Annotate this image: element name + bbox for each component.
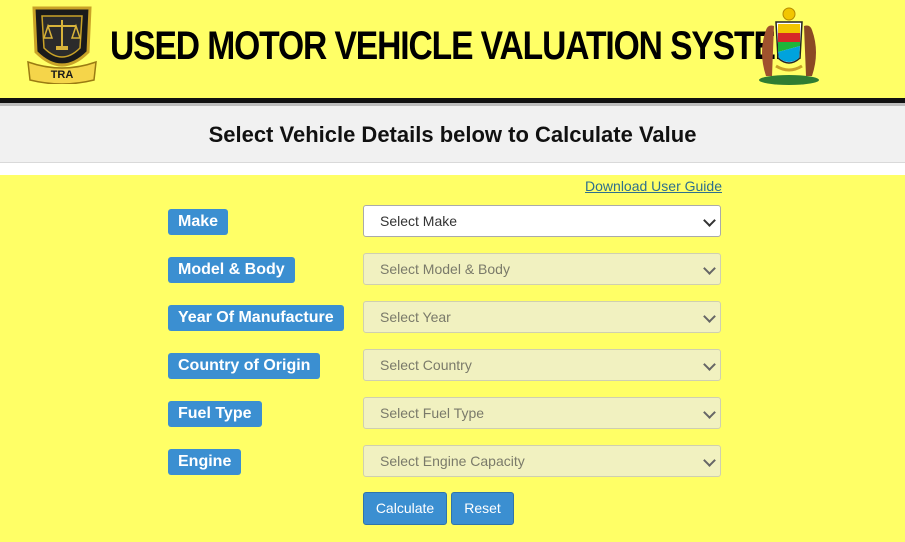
country-select-value: Select Country bbox=[380, 357, 472, 373]
make-select-value: Select Make bbox=[380, 213, 458, 229]
year-select-value: Select Year bbox=[380, 309, 451, 325]
download-user-guide-link[interactable]: Download User Guide bbox=[585, 178, 722, 194]
chevron-down-icon bbox=[703, 262, 716, 275]
reset-button[interactable]: Reset bbox=[451, 492, 514, 525]
fuel-type-select[interactable]: Select Fuel Type bbox=[363, 397, 721, 429]
engine-select[interactable]: Select Engine Capacity bbox=[363, 445, 721, 477]
country-label: Country of Origin bbox=[168, 353, 321, 379]
chevron-down-icon bbox=[703, 358, 716, 371]
fuel-type-select-value: Select Fuel Type bbox=[380, 405, 485, 421]
chevron-down-icon bbox=[703, 214, 716, 227]
model-body-select[interactable]: Select Model & Body bbox=[363, 253, 721, 285]
chevron-down-icon bbox=[703, 310, 716, 323]
chevron-down-icon bbox=[703, 454, 716, 467]
spacer bbox=[0, 163, 905, 175]
subheader: Select Vehicle Details below to Calculat… bbox=[0, 106, 905, 163]
engine-select-value: Select Engine Capacity bbox=[380, 453, 525, 469]
tra-logo: TRA bbox=[27, 6, 97, 84]
make-label: Make bbox=[168, 209, 229, 235]
valuation-form: Download User Guide Make Select Make Mod… bbox=[0, 175, 905, 542]
app-title: USED MOTOR VEHICLE VALUATION SYSTEM bbox=[110, 24, 803, 68]
model-body-select-value: Select Model & Body bbox=[380, 261, 510, 277]
header: TRA USED MOTOR VEHICLE VALUATION SYSTEM bbox=[0, 0, 905, 98]
year-select[interactable]: Select Year bbox=[363, 301, 721, 333]
tra-logo-text: TRA bbox=[51, 69, 74, 81]
make-select[interactable]: Select Make bbox=[363, 205, 721, 237]
engine-label: Engine bbox=[168, 449, 242, 475]
model-body-label: Model & Body bbox=[168, 257, 295, 283]
coat-of-arms-logo bbox=[759, 7, 819, 85]
country-select[interactable]: Select Country bbox=[363, 349, 721, 381]
calculate-button[interactable]: Calculate bbox=[363, 492, 447, 525]
fuel-type-label: Fuel Type bbox=[168, 401, 262, 427]
year-label: Year Of Manufacture bbox=[168, 305, 344, 331]
page-title: Select Vehicle Details below to Calculat… bbox=[208, 122, 697, 147]
chevron-down-icon bbox=[703, 406, 716, 419]
